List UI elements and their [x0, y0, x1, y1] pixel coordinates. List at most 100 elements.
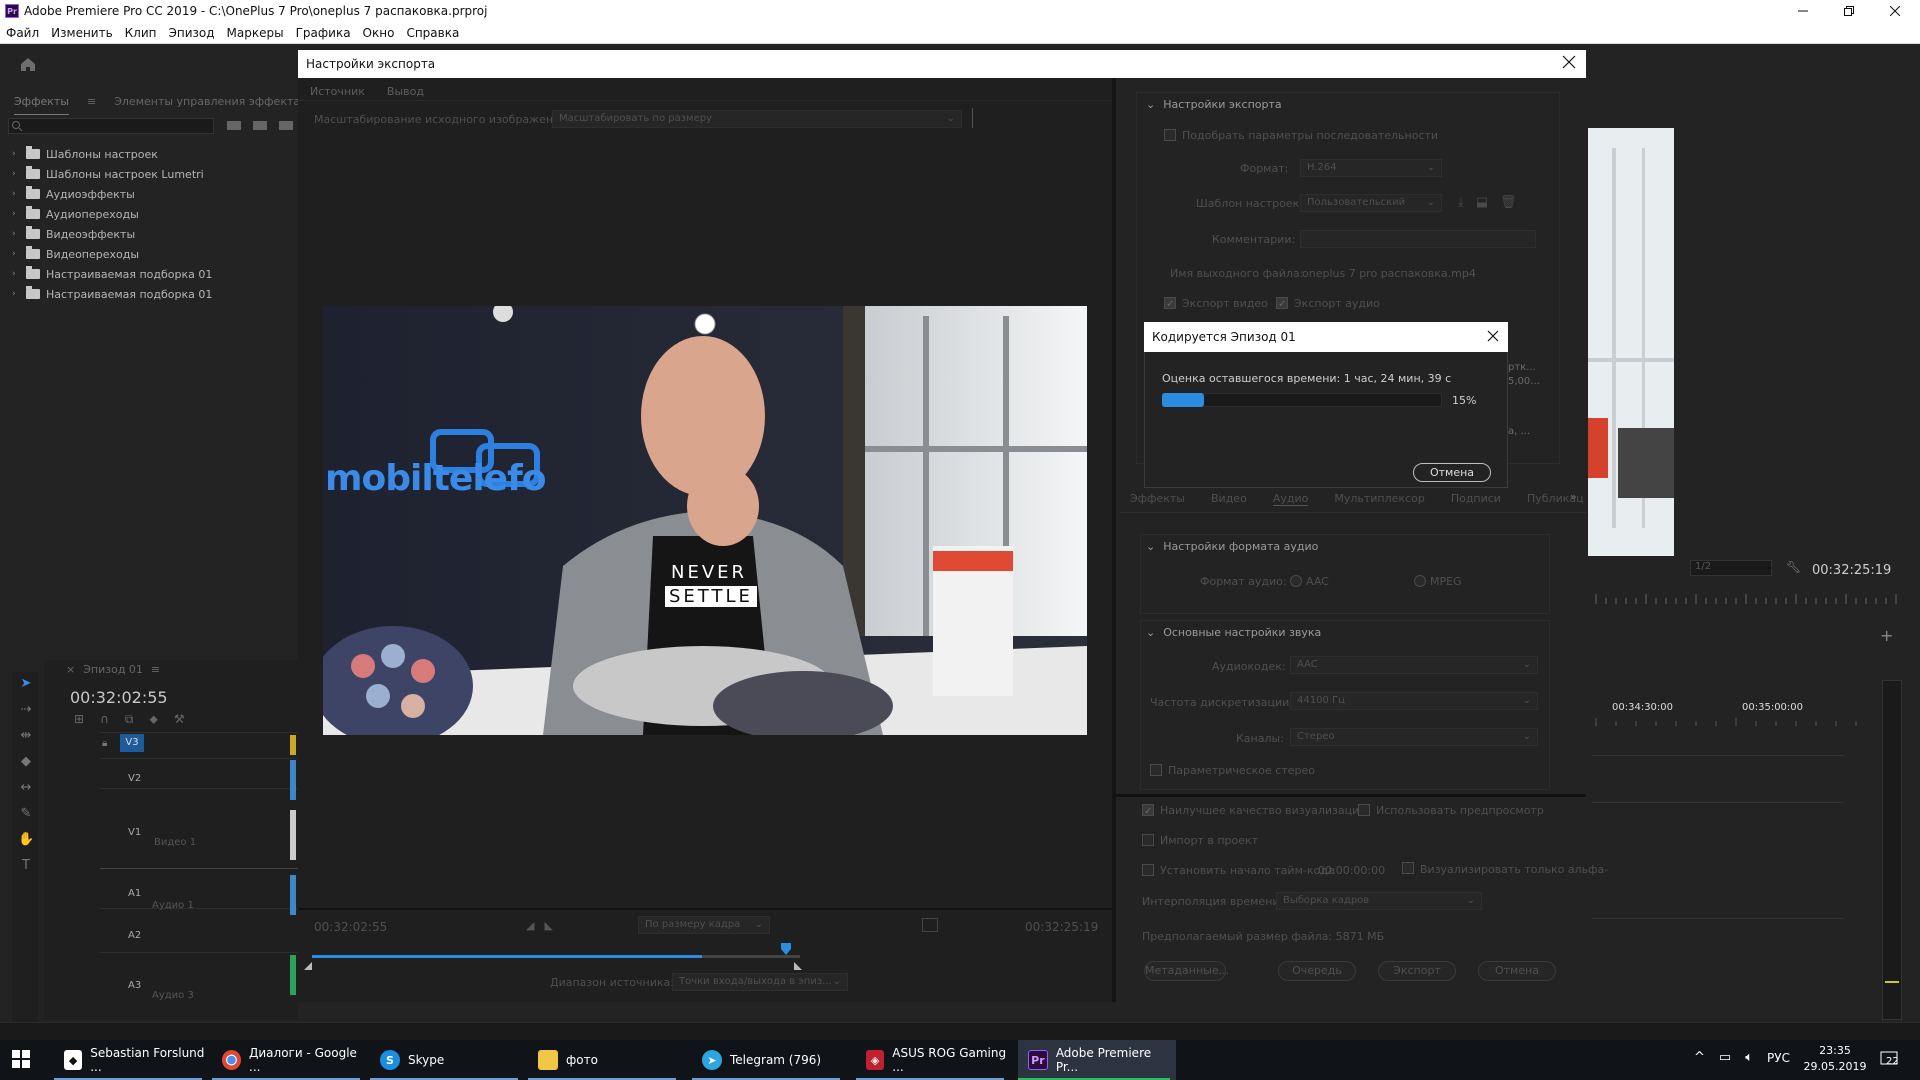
- timeline-clip[interactable]: [290, 810, 296, 860]
- tab-effects[interactable]: Эффекты: [14, 95, 69, 115]
- export-audio-checkbox[interactable]: [1276, 297, 1288, 309]
- preset-select[interactable]: Пользовательский ⌄: [1300, 194, 1442, 212]
- filter-32bit-icon[interactable]: [252, 118, 268, 132]
- tree-item-audio-transitions[interactable]: › Аудиопереходы: [12, 205, 139, 223]
- max-render-quality-checkbox[interactable]: [1142, 804, 1154, 816]
- taskbar-item-chrome[interactable]: Диалоги - Google ...: [212, 1040, 366, 1080]
- audio-format-section[interactable]: ⌄ Настройки формата аудио: [1146, 540, 1318, 553]
- timeline-settings-icon[interactable]: ⚒: [174, 712, 185, 727]
- fit-select[interactable]: По размеру кадра ⌄: [638, 916, 770, 934]
- tab-sequence[interactable]: Эпизод 01: [83, 663, 143, 676]
- track-target-v3[interactable]: V3: [120, 734, 144, 752]
- tab-video[interactable]: Видео: [1211, 492, 1247, 506]
- zoom-select[interactable]: 1/2: [1690, 560, 1772, 576]
- import-into-project-checkbox[interactable]: [1142, 834, 1154, 846]
- track-label-a1[interactable]: A1: [128, 888, 141, 899]
- timeline-clip[interactable]: [290, 760, 296, 800]
- panel-menu-icon[interactable]: ≡: [151, 663, 160, 676]
- hand-tool-icon[interactable]: ✋: [18, 832, 34, 848]
- menu-clip[interactable]: Клип: [125, 26, 157, 40]
- chevron-up-icon[interactable]: ^: [1694, 1050, 1705, 1065]
- playhead-icon[interactable]: [781, 943, 791, 955]
- taskbar-item-fox[interactable]: ◆ Sebastian Forslund ...: [54, 1040, 208, 1080]
- track-label-v1[interactable]: V1: [128, 827, 141, 838]
- snap-icon[interactable]: ∩: [100, 712, 109, 727]
- channels-select[interactable]: Стерео ⌄: [1290, 728, 1538, 746]
- track-label-a2[interactable]: A2: [128, 930, 141, 941]
- tab-captions[interactable]: Подписи: [1451, 492, 1501, 506]
- effects-search-input[interactable]: [8, 118, 214, 134]
- export-video-checkbox[interactable]: [1164, 297, 1176, 309]
- save-preset-icon[interactable]: ⤓: [1458, 195, 1464, 210]
- clock[interactable]: 23:35 29.05.2019: [1800, 1043, 1870, 1075]
- program-timecode[interactable]: 00:32:25:19: [1812, 563, 1891, 578]
- pen-tool-icon[interactable]: ✎: [18, 806, 34, 822]
- add-button-icon[interactable]: +: [1880, 626, 1893, 645]
- render-alpha-checkbox[interactable]: [1402, 862, 1414, 874]
- menu-markers[interactable]: Маркеры: [227, 26, 284, 40]
- tab-output[interactable]: Вывод: [386, 85, 424, 101]
- filter-yuv-icon[interactable]: [278, 118, 294, 132]
- program-scrub-ruler[interactable]: [1592, 594, 1908, 606]
- comments-input[interactable]: [1300, 230, 1536, 248]
- tree-item-presets[interactable]: › Шаблоны настроек: [12, 145, 158, 163]
- close-button[interactable]: [1872, 0, 1918, 22]
- timeline-clip[interactable]: [290, 875, 296, 915]
- scaling-select[interactable]: Масштабировать по размеру ⌄: [552, 110, 962, 128]
- scrub-track[interactable]: [312, 955, 800, 958]
- export-button[interactable]: Экспорт: [1378, 961, 1456, 981]
- output-name-link[interactable]: oneplus 7 pro распаковка.mp4: [1302, 267, 1476, 280]
- parametric-stereo-checkbox[interactable]: [1150, 764, 1162, 776]
- cancel-button[interactable]: Отмена: [1478, 961, 1556, 981]
- timeline-timecode[interactable]: 00:32:02:55: [70, 688, 168, 707]
- add-marker-icon[interactable]: ⬥: [149, 712, 157, 727]
- sample-rate-select[interactable]: 44100 Гц ⌄: [1290, 692, 1538, 710]
- linked-selection-icon[interactable]: ⧉: [125, 712, 134, 727]
- tab-multiplexer[interactable]: Мультиплексор: [1334, 492, 1424, 506]
- more-tabs-icon[interactable]: »: [1570, 490, 1577, 503]
- encoding-cancel-button[interactable]: Отмена: [1413, 463, 1491, 482]
- start-tc-value[interactable]: 00:00:00:00: [1318, 864, 1385, 877]
- menu-edit[interactable]: Изменить: [51, 26, 113, 40]
- tab-source[interactable]: Источник: [310, 85, 365, 101]
- battery-icon[interactable]: ▭: [1719, 1050, 1731, 1065]
- set-in-point-icon[interactable]: ◢: [526, 919, 534, 932]
- format-select[interactable]: H.264 ⌄: [1300, 159, 1442, 177]
- razor-tool-icon[interactable]: ◆: [18, 754, 34, 770]
- source-range-select[interactable]: Точки входа/выхода в эпиз... ⌄: [672, 973, 848, 991]
- set-out-point-icon[interactable]: ◣: [544, 919, 552, 932]
- tab-audio[interactable]: Аудио: [1272, 492, 1309, 506]
- timeline-clip[interactable]: [290, 955, 296, 995]
- tree-item-custom-bin-2[interactable]: › Настраиваемая подборка 01: [12, 285, 212, 303]
- lock-icon[interactable]: 🔒︎: [102, 738, 107, 749]
- delete-preset-icon[interactable]: 🗑︎: [1500, 195, 1517, 210]
- aac-radio[interactable]: [1290, 575, 1302, 587]
- effects-tab-menu-icon[interactable]: ≡: [87, 95, 96, 115]
- close-icon[interactable]: ×: [66, 663, 75, 676]
- notification-center[interactable]: 22: [1880, 1050, 1904, 1070]
- menu-window[interactable]: Окно: [363, 26, 395, 40]
- tree-item-video-transitions[interactable]: › Видеопереходы: [12, 245, 139, 263]
- queue-button[interactable]: Очередь: [1278, 961, 1356, 981]
- metadata-button[interactable]: Метаданные...: [1144, 961, 1229, 981]
- taskbar-item-skype[interactable]: S Skype: [370, 1040, 524, 1080]
- menu-graphics[interactable]: Графика: [296, 26, 351, 40]
- taskbar-item-telegram[interactable]: ➤ Telegram (796): [692, 1040, 846, 1080]
- tree-item-custom-bin-1[interactable]: › Настраиваемая подборка 01: [12, 265, 212, 283]
- in-timecode[interactable]: 00:32:02:55: [314, 920, 387, 934]
- taskbar-item-asus[interactable]: ◈ ASUS ROG Gaming ...: [856, 1040, 1010, 1080]
- out-timecode[interactable]: 00:32:25:19: [1025, 920, 1098, 934]
- speaker-icon[interactable]: 🔈︎: [1745, 1050, 1753, 1065]
- ripple-edit-tool-icon[interactable]: ⇹: [18, 728, 34, 744]
- selection-tool-icon[interactable]: ➤: [18, 676, 34, 692]
- use-previews-checkbox[interactable]: [1358, 804, 1370, 816]
- aspect-ratio-icon[interactable]: [922, 918, 938, 932]
- language-indicator[interactable]: РУС: [1767, 1051, 1790, 1065]
- wrench-icon[interactable]: 🔧︎: [1786, 560, 1801, 574]
- tab-effects[interactable]: Эффекты: [1130, 492, 1185, 506]
- import-preset-icon[interactable]: ⬓: [1476, 195, 1488, 210]
- slip-tool-icon[interactable]: ↔: [18, 780, 34, 796]
- tree-item-lumetri-presets[interactable]: › Шаблоны настроек Lumetri: [12, 165, 204, 183]
- taskbar-item-premiere[interactable]: Pr Adobe Premiere Pr...: [1018, 1040, 1176, 1080]
- minimize-button[interactable]: [1780, 0, 1826, 22]
